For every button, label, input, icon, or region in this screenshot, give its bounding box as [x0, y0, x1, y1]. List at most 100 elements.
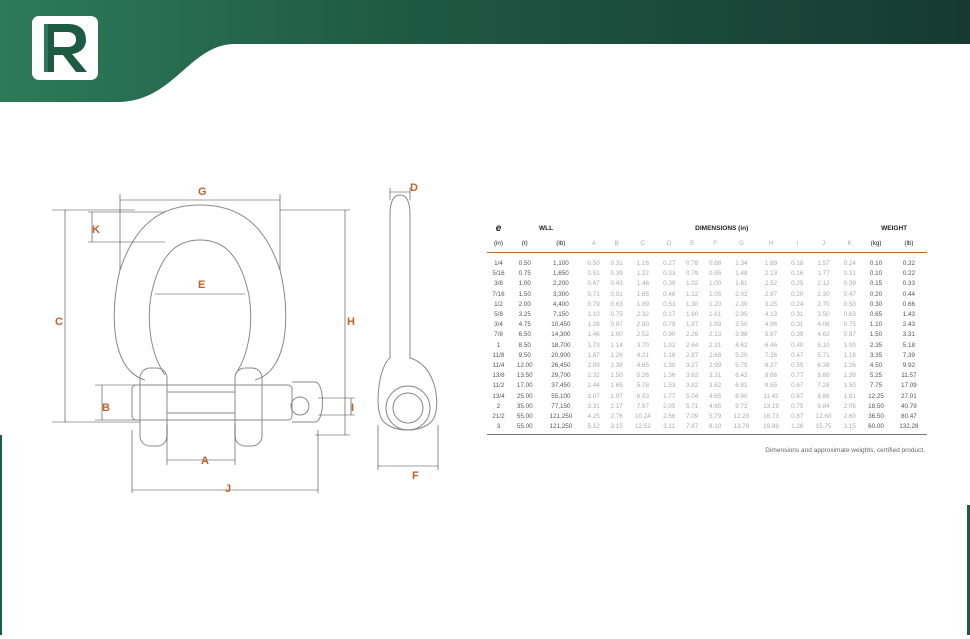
table-cell: 19.88: [763, 423, 779, 431]
table-cell: 5.12: [587, 423, 600, 431]
table-cell: 0.77: [791, 372, 804, 380]
table-cell: 2.05: [843, 402, 856, 410]
dim-label-g: G: [198, 186, 207, 198]
table-row: 13/4 25.00 55,100 3.07 1.97 6.93 1.77 5.04 4.65 8…: [487, 392, 927, 402]
table-cell: 0.71: [587, 290, 600, 298]
table-cell: 3/4: [494, 321, 503, 329]
table-cell: 2.02: [735, 290, 748, 298]
table-cell: 1.22: [636, 270, 650, 278]
table-cell: 2,200: [552, 280, 569, 288]
table-cell: 8.50: [518, 341, 531, 349]
table-cell: 14,300: [551, 331, 571, 339]
table-row: 11/4 12.00 26,450 2.09 1.38 4.65 1.30 3.27 2.99 5…: [487, 361, 927, 371]
table-cell: 3.31: [709, 372, 722, 380]
table-cell: 1.89: [764, 260, 778, 267]
table-cell: 6.10: [709, 423, 722, 431]
table-cell: 121,250: [549, 413, 573, 421]
table-cell: 0.22: [902, 260, 916, 267]
table-cell: 6.93: [636, 392, 650, 400]
table-cell: 3.25: [518, 311, 531, 319]
table-cell: 0.18: [791, 260, 804, 267]
table-cell: 0.65: [869, 311, 883, 319]
table-cell: 1.26: [587, 321, 600, 329]
table-cell: 1.89: [709, 321, 722, 329]
table-row: 7/8 6.50 14,300 1.46 1.00 2.52 0.90 2.26 2.13 3.9…: [487, 330, 927, 340]
table-cell: 1.38: [610, 362, 623, 370]
table-cell: 1.77: [817, 270, 830, 278]
table-cell: 0.24: [791, 300, 804, 308]
table-cell: 0.90: [663, 331, 676, 339]
table-cell: 5.20: [735, 351, 748, 359]
table-cell: 11.42: [763, 392, 779, 400]
table-cell: 10.24: [635, 413, 651, 421]
table-cell: 1.50: [610, 372, 623, 380]
table-cell: 36.50: [868, 413, 884, 421]
table-cell: 1.48: [735, 270, 748, 278]
table-cell: 35.00: [516, 402, 533, 410]
table-cell: 0.44: [902, 290, 916, 298]
column-header: (lb): [904, 239, 914, 247]
table-cell: 3.07: [587, 392, 600, 400]
table-cell: 3.27: [686, 362, 699, 370]
table-cell: 13/4: [492, 392, 505, 400]
table-cell: 29,700: [551, 372, 571, 380]
table-cell: 4,400: [552, 300, 569, 308]
table-cell: 7,150: [552, 311, 569, 319]
table-cell: 1.00: [843, 341, 856, 349]
table-cell: 21/2: [492, 413, 505, 421]
table-cell: 5.04: [686, 392, 699, 400]
table-cell: 2.52: [636, 331, 650, 339]
column-header: F: [713, 239, 718, 247]
table-cell: 6.42: [735, 372, 748, 380]
spec-table-container: e WLL DIMENSIONS (in) WEIGHT (in) (t) (lb)…: [487, 222, 927, 436]
table-cell: 1.81: [735, 280, 748, 288]
table-cell: 0.51: [610, 290, 623, 298]
table-cell: 4.62: [817, 331, 830, 339]
wll-header: WLL: [539, 224, 554, 232]
dim-label-d: D: [410, 182, 418, 194]
table-cell: 1.38: [843, 372, 856, 380]
table-cell: 2.76: [610, 413, 623, 421]
table-cell: 37,450: [551, 382, 571, 390]
table-cell: 0.87: [791, 413, 804, 421]
table-cell: 0.31: [791, 321, 804, 329]
table-cell: 8.27: [764, 362, 778, 370]
table-cell: 5/8: [494, 311, 503, 319]
dimensions-header: DIMENSIONS (in): [695, 224, 749, 232]
column-header: D: [666, 239, 672, 247]
table-cell: 10,450: [551, 321, 571, 329]
table-cell: 4.96: [764, 321, 778, 329]
table-cell: 0.79: [587, 300, 600, 308]
table-cell: 5/16: [492, 270, 505, 278]
table-cell: 0.31: [610, 260, 623, 267]
table-cell: 2.99: [709, 362, 722, 370]
table-cell: 0.33: [663, 270, 676, 278]
table-cell: 4.62: [735, 341, 748, 349]
table-cell: 6.38: [817, 362, 830, 370]
column-header: K: [847, 239, 852, 247]
table-cell: 0.50: [587, 260, 600, 267]
table-row: 7/16 1.50 3,300 0.71 0.51 1.65 0.46 1.12 1.05 2.0…: [487, 290, 927, 300]
table-cell: 0.17: [663, 311, 676, 319]
table-cell: 0.31: [791, 311, 804, 319]
table-cell: 80.47: [901, 413, 917, 421]
table-cell: 7/16: [492, 290, 505, 298]
spec-table: e WLL DIMENSIONS (in) WEIGHT (in) (t) (lb)…: [487, 222, 927, 436]
table-cell: 2.68: [709, 351, 722, 359]
table-cell: 0.67: [791, 392, 804, 400]
column-header: (t): [521, 239, 528, 247]
table-cell: 1.57: [817, 260, 830, 267]
table-cell: 0.47: [843, 290, 856, 298]
table-cell: 5.25: [869, 372, 883, 380]
table-cell: 0.87: [610, 321, 623, 329]
table-cell: 7.87: [686, 423, 699, 431]
table-cell: 3.62: [709, 382, 722, 390]
table-cell: 3.31: [902, 331, 916, 339]
table-cell: 77,150: [551, 402, 571, 410]
table-cell: 8.66: [817, 372, 830, 380]
table-cell: 1.50: [518, 290, 531, 298]
table-cell: 1.77: [663, 392, 676, 400]
table-cell: 0.33: [902, 280, 916, 288]
table-cell: 3.82: [686, 382, 699, 390]
dim-label-j: J: [225, 483, 232, 495]
